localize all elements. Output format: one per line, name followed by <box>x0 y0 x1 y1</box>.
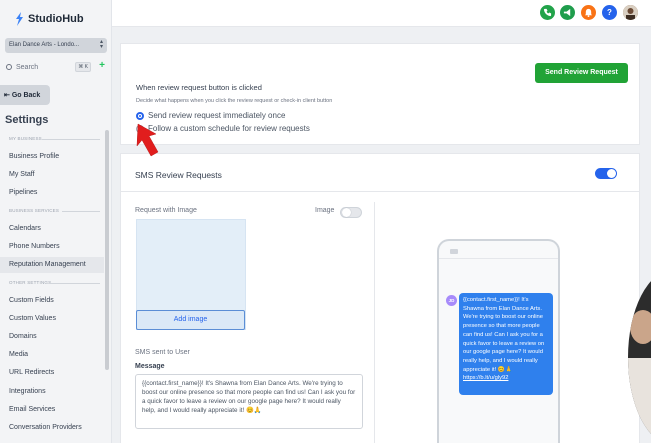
toggle-knob <box>607 169 616 178</box>
sms-sent-label: SMS sent to User <box>135 349 190 356</box>
help-icon[interactable]: ? <box>602 5 617 20</box>
image-toggle[interactable] <box>340 207 362 218</box>
review-request-card: Send Review Request When review request … <box>120 43 640 145</box>
webcam-person <box>630 310 651 344</box>
request-subtext: Decide what happens when you click the r… <box>136 98 333 104</box>
sidebar-item-conversation-providers[interactable]: Conversation Providers <box>0 420 104 436</box>
search-icon <box>6 64 12 70</box>
radio-immediate-label: Send review request immediately once <box>148 111 286 120</box>
add-image-button[interactable]: Add image <box>136 310 245 330</box>
webcam-person-body <box>628 358 651 443</box>
topbar: ? <box>112 0 651 27</box>
sidebar-item-pipelines[interactable]: Pipelines <box>0 185 104 201</box>
chevron-updown-icon: ▴ ▾ <box>99 39 103 50</box>
sms-toggle[interactable] <box>595 168 617 179</box>
image-toggle-label: Image <box>315 207 335 214</box>
divider <box>50 283 100 284</box>
sidebar: StudioHub Elan Dance Arts - Londo... ▴ ▾ … <box>0 0 112 443</box>
sms-preview-link[interactable]: https://b.lt/u/gly92 <box>463 375 508 381</box>
sidebar-item-phone-numbers[interactable]: Phone Numbers <box>0 239 104 255</box>
settings-title: Settings <box>5 114 49 126</box>
bell-icon[interactable] <box>581 5 596 20</box>
sidebar-item-business-profile[interactable]: Business Profile <box>0 149 104 165</box>
back-arrow-icon: ⇤ <box>4 92 12 99</box>
sidebar-item-domains[interactable]: Domains <box>0 329 104 345</box>
search-shortcut: ⌘ K <box>75 62 91 72</box>
sidebar-scrollbar[interactable] <box>105 130 109 370</box>
message-textarea[interactable]: {{contact.first_name}}! It's Shawna from… <box>135 374 363 429</box>
location-name: Elan Dance Arts - Londo... <box>9 42 80 48</box>
logo: StudioHub <box>14 12 84 26</box>
app-name: StudioHub <box>28 13 84 25</box>
toggle-knob <box>342 208 351 217</box>
phone-icon[interactable] <box>540 5 555 20</box>
request-heading: When review request button is clicked <box>136 83 262 92</box>
sms-preview-bubble: {{contact.first_name}}! It's Shawna from… <box>459 293 553 395</box>
sidebar-item-my-staff[interactable]: My Staff <box>0 167 104 183</box>
sidebar-item-email-services[interactable]: Email Services <box>0 402 104 418</box>
sidebar-item-url-redirects[interactable]: URL Redirects <box>0 365 104 381</box>
sms-preview-text: {{contact.first_name}}! It's Shawna from… <box>463 297 545 373</box>
section-label-other-settings: OTHER SETTINGS <box>9 280 52 285</box>
message-label: Message <box>135 363 165 370</box>
sidebar-item-integrations[interactable]: Integrations <box>0 384 104 400</box>
go-back-label: Go Back <box>11 92 41 99</box>
section-label-business-services: BUSINESS SERVICES <box>9 208 60 213</box>
pointer-arrow-icon <box>136 123 159 157</box>
app-window: StudioHub Elan Dance Arts - Londo... ▴ ▾ … <box>0 0 651 443</box>
search-input[interactable]: Search ⌘ K + <box>6 60 106 73</box>
sms-title: SMS Review Requests <box>135 170 222 180</box>
megaphone-icon[interactable] <box>560 5 575 20</box>
radio-custom-schedule-label: Follow a custom schedule for review requ… <box>148 124 310 133</box>
divider <box>121 191 639 192</box>
logo-icon <box>16 12 23 26</box>
add-icon[interactable]: + <box>99 60 105 71</box>
sidebar-item-custom-values[interactable]: Custom Values <box>0 311 104 327</box>
user-avatar[interactable] <box>623 5 638 20</box>
sidebar-item-reputation-management[interactable]: Reputation Management <box>0 257 104 273</box>
request-with-image-label: Request with Image <box>135 207 197 214</box>
go-back-button[interactable]: ⇤ Go Back <box>0 85 50 105</box>
radio-immediate[interactable] <box>136 112 144 120</box>
divider <box>42 139 100 140</box>
search-placeholder: Search <box>16 63 39 71</box>
divider <box>439 258 558 259</box>
contact-avatar: JD <box>446 295 457 306</box>
sidebar-item-custom-fields[interactable]: Custom Fields <box>0 293 104 309</box>
section-label-my-business: MY BUSINESS <box>9 136 42 141</box>
location-select[interactable]: Elan Dance Arts - Londo... ▴ ▾ <box>5 38 107 53</box>
sidebar-item-calendars[interactable]: Calendars <box>0 221 104 237</box>
send-review-request-button[interactable]: Send Review Request <box>535 63 628 83</box>
main-content: Send Review Request When review request … <box>112 27 651 443</box>
sidebar-item-media[interactable]: Media <box>0 347 104 363</box>
phone-menu-icon <box>450 249 458 254</box>
divider <box>374 202 375 443</box>
divider <box>62 211 100 212</box>
